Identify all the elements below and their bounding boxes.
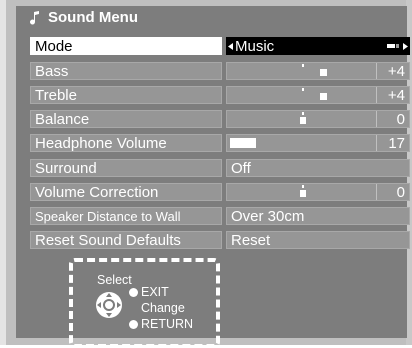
legend-select-label: Select	[97, 273, 132, 287]
menu-row-surround[interactable]: Surround Off	[30, 159, 410, 177]
return-button-icon	[129, 320, 138, 329]
dpad-icon	[96, 292, 122, 318]
menu-title-bar: Sound Menu	[16, 6, 407, 30]
arrow-left-icon[interactable]	[228, 43, 233, 50]
speaker-distance-value-box[interactable]: Over 30cm	[226, 207, 410, 225]
volume-correction-center-tick	[302, 185, 304, 188]
treble-label: Treble	[30, 86, 222, 104]
arrow-right-icon[interactable]	[403, 43, 408, 50]
headphone-volume-value-box[interactable]: 17	[226, 134, 410, 152]
mode-value-box[interactable]: Music	[226, 37, 410, 55]
bass-value: +4	[376, 63, 409, 79]
legend-exit-label: EXIT	[141, 285, 169, 299]
balance-slider-mark	[300, 117, 306, 124]
menu-row-headphone-volume[interactable]: Headphone Volume 17	[30, 134, 410, 152]
bass-value-box[interactable]: +4	[226, 62, 410, 80]
mode-indicator-icon-2	[396, 44, 399, 48]
mode-label: Mode	[30, 37, 222, 55]
tv-osd-panel: Sound Menu Mode Music Bass +4 Treble +4 …	[0, 0, 412, 348]
mode-value: Music	[235, 38, 275, 55]
exit-button-icon	[129, 288, 138, 297]
menu-row-reset-sound-defaults[interactable]: Reset Sound Defaults Reset	[30, 231, 410, 249]
treble-slider-mark	[320, 93, 327, 100]
headphone-volume-label: Headphone Volume	[30, 134, 222, 152]
headphone-volume-value: 17	[376, 135, 409, 151]
treble-value: +4	[376, 87, 409, 103]
treble-value-box[interactable]: +4	[226, 86, 410, 104]
balance-center-tick	[302, 112, 304, 115]
treble-center-tick	[302, 88, 304, 91]
balance-value: 0	[376, 111, 409, 127]
menu-row-treble[interactable]: Treble +4	[30, 86, 410, 104]
reset-sound-defaults-value: Reset	[231, 232, 271, 249]
menu-row-mode[interactable]: Mode Music	[30, 37, 410, 55]
speaker-distance-value: Over 30cm	[231, 208, 305, 225]
bass-slider-mark	[320, 69, 327, 76]
menu-row-balance[interactable]: Balance 0	[30, 110, 410, 128]
surround-value: Off	[231, 160, 251, 177]
legend-return-label: RETURN	[141, 317, 194, 331]
volume-correction-value: 0	[376, 184, 409, 200]
bass-center-tick	[302, 64, 304, 67]
speaker-distance-label: Speaker Distance to Wall	[30, 207, 222, 225]
menu-row-bass[interactable]: Bass +4	[30, 62, 410, 80]
volume-correction-value-box[interactable]: 0	[226, 183, 410, 201]
music-note-icon	[30, 11, 39, 25]
menu-title: Sound Menu	[48, 9, 138, 26]
surround-label: Surround	[30, 159, 222, 177]
headphone-volume-bar-fill	[230, 138, 256, 148]
reset-sound-defaults-label: Reset Sound Defaults	[30, 231, 222, 249]
balance-label: Balance	[30, 110, 222, 128]
surround-value-box[interactable]: Off	[226, 159, 410, 177]
volume-correction-label: Volume Correction	[30, 183, 222, 201]
bass-label: Bass	[30, 62, 222, 80]
remote-legend: Select EXIT Change RETURN	[69, 258, 220, 348]
menu-row-speaker-distance[interactable]: Speaker Distance to Wall Over 30cm	[30, 207, 410, 225]
menu-row-volume-correction[interactable]: Volume Correction 0	[30, 183, 410, 201]
sound-menu: Sound Menu Mode Music Bass +4 Treble +4 …	[16, 6, 410, 348]
volume-correction-slider-mark	[300, 190, 306, 197]
mode-indicator-icon	[387, 44, 395, 48]
balance-value-box[interactable]: 0	[226, 110, 410, 128]
legend-change-label: Change	[141, 301, 185, 315]
reset-sound-defaults-value-box[interactable]: Reset	[226, 231, 410, 249]
